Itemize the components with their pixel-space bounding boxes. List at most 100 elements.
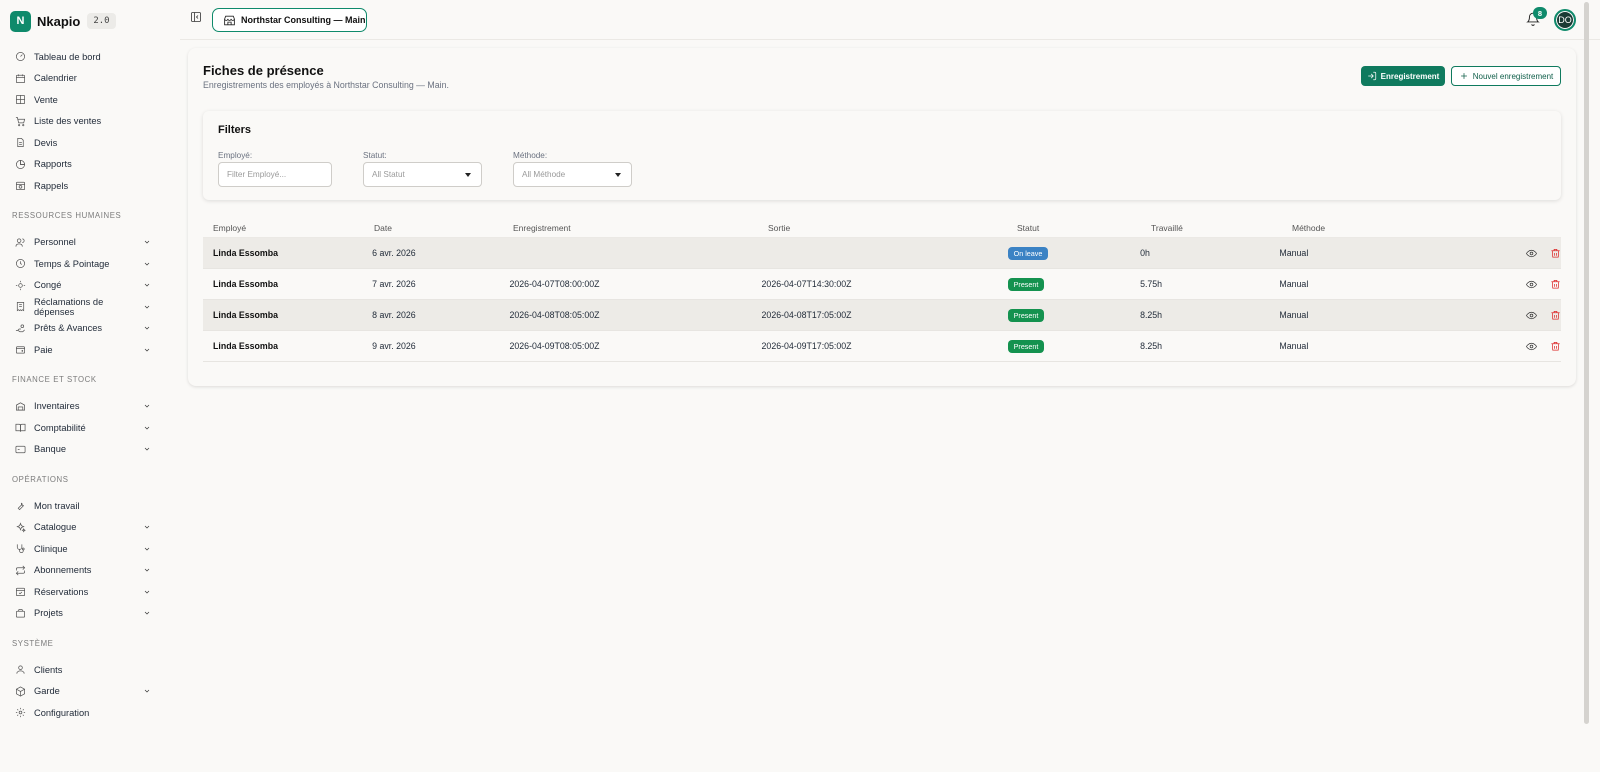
table-row[interactable]: Linda Essomba 6 avr. 2026 On leave 0h Manual — [203, 238, 1561, 269]
sidebar-item-personnel[interactable]: Personnel — [10, 232, 154, 254]
sidebar-item-inventaires[interactable]: Inventaires — [10, 396, 154, 418]
sidebar-nav: Tableau de bord Calendrier Vente Liste des … — [10, 46, 154, 724]
section-label-finance-et-stock: FINANCE ET STOCK — [12, 375, 97, 384]
cell-worked: 8.25h — [1140, 341, 1163, 351]
eye-icon[interactable] — [1525, 340, 1537, 352]
hand-coins-icon — [14, 322, 26, 334]
sidebar-item-label: Garde — [34, 686, 60, 697]
sidebar-item-conge[interactable]: Congé — [10, 275, 154, 297]
scrollbar[interactable] — [1582, 0, 1592, 726]
sidebar-item-catalogue[interactable]: Catalogue — [10, 517, 154, 539]
sidebar-item-label: Configuration — [34, 707, 90, 718]
check-in-button[interactable]: Enregistrement — [1361, 66, 1445, 86]
trash-icon[interactable] — [1549, 278, 1561, 290]
trash-icon[interactable] — [1549, 340, 1561, 352]
new-record-button[interactable]: Nouvel enregistrement — [1451, 66, 1561, 86]
sidebar-item-clinique[interactable]: Clinique — [10, 538, 154, 560]
chevron-down-icon[interactable] — [142, 522, 152, 532]
chevron-down-icon[interactable] — [142, 323, 152, 333]
sidebar-item-mon-travail[interactable]: Mon travail — [10, 495, 154, 517]
sidebar-item-tableau-de-bord[interactable]: Tableau de bord — [10, 46, 154, 68]
briefcase-icon — [14, 607, 26, 619]
sidebar-item-calendrier[interactable]: Calendrier — [10, 68, 154, 90]
col-status: Statut — [1017, 223, 1040, 233]
eye-icon[interactable] — [1525, 278, 1537, 290]
sidebar-item-label: Réservations — [34, 586, 89, 597]
cell-check-out: 2026-04-08T17:05:00Z — [761, 310, 852, 320]
warehouse-icon — [14, 400, 26, 412]
cell-status: Present — [1007, 277, 1140, 291]
col-date: Date — [374, 223, 392, 233]
sidebar-item-reclamations-de-depenses[interactable]: Réclamations de dépenses — [10, 296, 154, 318]
chevron-down-icon[interactable] — [142, 345, 152, 355]
sidebar-item-label: Clients — [34, 664, 63, 675]
status-badge: On leave — [1007, 246, 1049, 260]
cart-icon — [14, 115, 26, 127]
sidebar-toggle-icon[interactable] — [190, 11, 202, 23]
method-filter-label: Méthode: — [513, 151, 548, 160]
table-row[interactable]: Linda Essomba 7 avr. 2026 2026-04-07T08:00… — [203, 269, 1561, 300]
avatar[interactable]: DO — [1554, 9, 1576, 31]
sidebar-item-garde[interactable]: Garde — [10, 681, 154, 703]
chevron-down-icon[interactable] — [142, 302, 152, 312]
sidebar-item-label: Rappels — [34, 180, 69, 191]
employee-filter-input[interactable]: Filter Employé... — [218, 162, 332, 187]
sidebar-item-rapports[interactable]: Rapports — [10, 154, 154, 176]
sidebar-item-rappels[interactable]: Rappels — [10, 175, 154, 197]
chevron-down-icon[interactable] — [142, 423, 152, 433]
sidebar-item-label: Réclamations de dépenses — [34, 296, 104, 317]
sidebar-item-abonnements[interactable]: Abonnements — [10, 560, 154, 582]
store-selector[interactable]: Northstar Consulting — Main — [212, 8, 367, 32]
chevron-down-icon[interactable] — [142, 544, 152, 554]
method-filter-select[interactable]: All Méthode — [513, 162, 632, 187]
sidebar-item-clients[interactable]: Clients — [10, 659, 154, 681]
table-row[interactable]: Linda Essomba 9 avr. 2026 2026-04-09T08:05… — [203, 331, 1561, 362]
table-body: Linda Essomba 6 avr. 2026 On leave 0h Manual… — [203, 238, 1561, 362]
chevron-down-icon[interactable] — [142, 565, 152, 575]
sidebar-item-temps-pointage[interactable]: Temps & Pointage — [10, 253, 154, 275]
sidebar-item-devis[interactable]: Devis — [10, 132, 154, 154]
sidebar-item-liste-des-ventes[interactable]: Liste des ventes — [10, 111, 154, 133]
chevron-down-icon[interactable] — [142, 237, 152, 247]
cell-actions — [1484, 309, 1561, 321]
section-label-ressources-humaines: RESSOURCES HUMAINES — [12, 211, 122, 220]
eye-icon[interactable] — [1525, 309, 1537, 321]
sidebar-item-vente[interactable]: Vente — [10, 89, 154, 111]
store-name: Northstar Consulting — Main — [241, 15, 366, 25]
sidebar-item-banque[interactable]: Banque — [10, 439, 154, 461]
chevron-down-icon[interactable] — [142, 608, 152, 618]
trash-icon[interactable] — [1549, 247, 1561, 259]
sidebar-item-configuration[interactable]: Configuration — [10, 702, 154, 724]
chevron-down-icon[interactable] — [142, 401, 152, 411]
col-employee: Employé — [213, 223, 247, 233]
sidebar-item-projets[interactable]: Projets — [10, 603, 154, 625]
chevron-down-icon[interactable] — [142, 444, 152, 454]
user-icon — [14, 664, 26, 676]
table-row[interactable]: Linda Essomba 8 avr. 2026 2026-04-08T08:05… — [203, 300, 1561, 331]
scrollbar-thumb[interactable] — [1584, 2, 1589, 724]
cell-status: Present — [1007, 308, 1140, 322]
sidebar-item-prets-avances[interactable]: Prêts & Avances — [10, 318, 154, 340]
chevron-down-icon[interactable] — [142, 686, 152, 696]
sidebar-item-comptabilite[interactable]: Comptabilité — [10, 417, 154, 439]
chevron-down-icon[interactable] — [142, 259, 152, 269]
cell-status: On leave — [1007, 246, 1140, 260]
sidebar-item-label: Catalogue — [34, 522, 77, 533]
trash-icon[interactable] — [1549, 309, 1561, 321]
chevron-down-icon[interactable] — [142, 280, 152, 290]
cell-check-in: 2026-04-07T08:00:00Z — [509, 279, 600, 289]
brand[interactable]: N Nkapio 2.0 — [10, 10, 154, 32]
sidebar-item-label: Clinique — [34, 543, 68, 554]
sidebar-item-paie[interactable]: Paie — [10, 339, 154, 361]
caret-down-icon — [465, 173, 471, 177]
status-filter-select[interactable]: All Statut — [363, 162, 482, 187]
attendance-card: Fiches de présence Enregistrements des e… — [188, 48, 1576, 386]
col-check-out: Sortie — [768, 223, 791, 233]
cell-date: 6 avr. 2026 — [372, 248, 416, 258]
cell-actions — [1484, 340, 1561, 352]
sidebar-item-reservations[interactable]: Réservations — [10, 581, 154, 603]
eye-icon[interactable] — [1525, 247, 1537, 259]
sun-icon — [14, 279, 26, 291]
chevron-down-icon[interactable] — [142, 587, 152, 597]
status-filter-value: All Statut — [372, 170, 405, 179]
